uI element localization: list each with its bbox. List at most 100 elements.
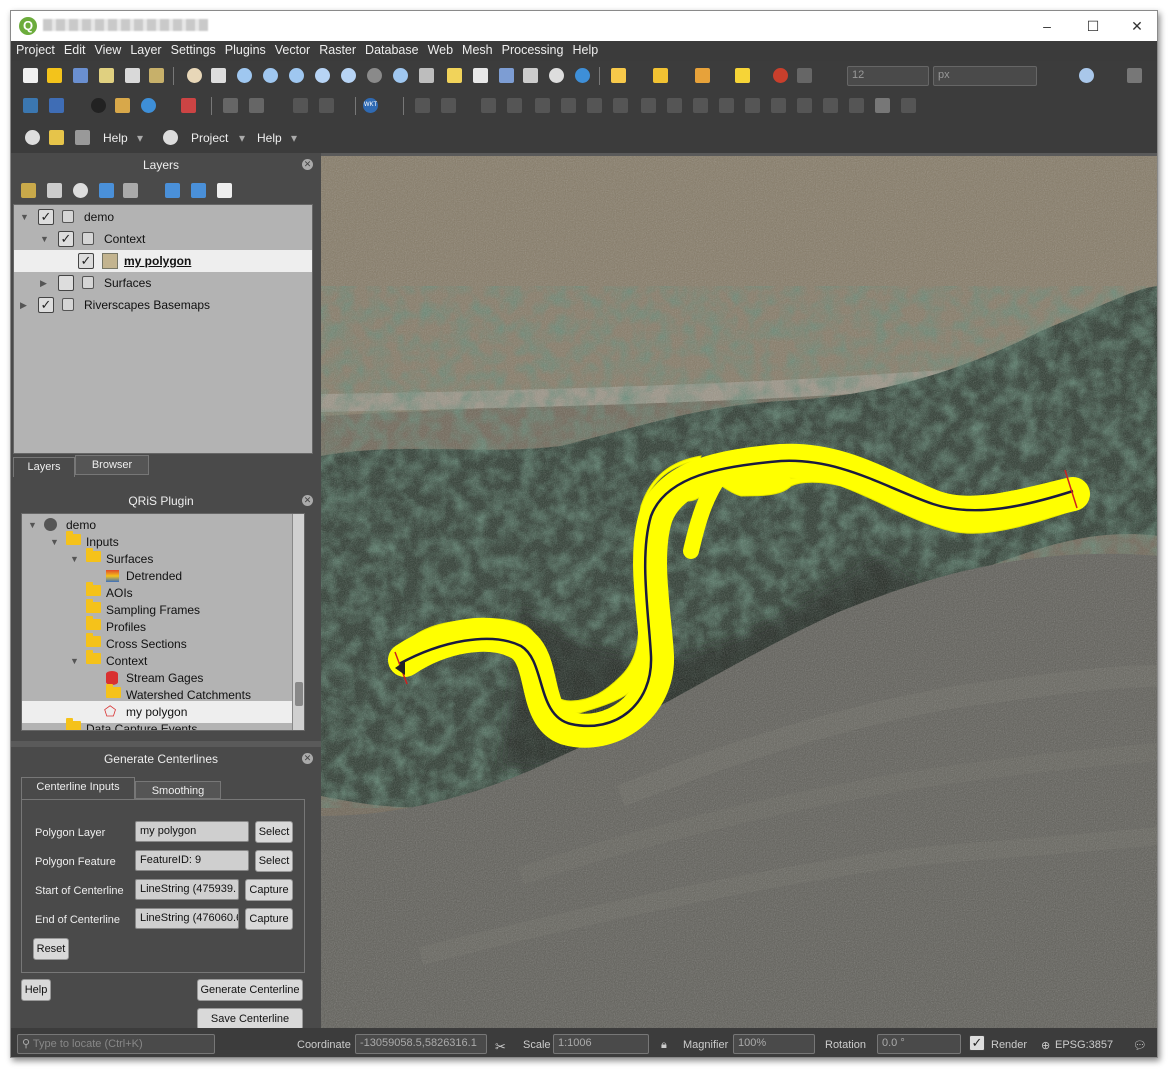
zoom-native-icon[interactable]	[367, 68, 382, 83]
end-centerline-field[interactable]: LineString (476060.6	[135, 908, 239, 929]
save-centerline-button[interactable]: Save Centerline	[197, 1008, 303, 1030]
capture-end-button[interactable]: Capture	[245, 908, 293, 930]
rotation-spinbox[interactable]: 0.0 °	[877, 1034, 961, 1054]
reset-button[interactable]: Reset	[33, 938, 69, 960]
help-dropdown-arrow[interactable]: ▾	[137, 131, 143, 145]
zoom-layer-icon[interactable]	[341, 68, 356, 83]
vertex-tool-icon[interactable]	[319, 98, 334, 113]
plugin-manager-icon[interactable]	[49, 98, 64, 113]
identify-icon[interactable]	[611, 68, 626, 83]
layer-node-my-polygon[interactable]: ✓ my polygon	[14, 250, 312, 272]
help2-menu-button[interactable]: Help	[257, 131, 282, 145]
help-button[interactable]: Help	[21, 979, 51, 1001]
save-project-icon[interactable]	[73, 68, 88, 83]
advanced-digitize-icon[interactable]	[441, 98, 456, 113]
menu-database[interactable]: Database	[360, 41, 423, 57]
refresh-icon[interactable]	[575, 68, 590, 83]
qris-icon[interactable]	[163, 130, 178, 145]
split-features-icon[interactable]	[745, 98, 760, 113]
toggle-extents-icon[interactable]: ✂	[495, 1039, 506, 1055]
qris-node-data-capture-events[interactable]: Data Capture Events	[22, 718, 304, 730]
tab-centerline-inputs[interactable]: Centerline Inputs	[21, 777, 135, 799]
close-qris-panel-icon[interactable]: ✕	[302, 495, 313, 506]
pan-to-selection-icon[interactable]	[211, 68, 226, 83]
deselect-icon[interactable]	[735, 68, 750, 83]
offset-symbols-icon[interactable]	[901, 98, 916, 113]
select-features-icon[interactable]	[653, 68, 668, 83]
collapse-all-icon[interactable]	[191, 183, 206, 198]
collapse-icon[interactable]	[75, 130, 90, 145]
settings-icon[interactable]	[1127, 68, 1142, 83]
close-layers-panel-icon[interactable]: ✕	[302, 159, 313, 170]
add-group-icon[interactable]	[47, 183, 62, 198]
menu-layer[interactable]: Layer	[125, 41, 165, 57]
split-parts-icon[interactable]	[771, 98, 786, 113]
wkt-icon[interactable]: WKT	[363, 98, 378, 113]
capture-start-button[interactable]: Capture	[245, 879, 293, 901]
measure-icon[interactable]	[773, 68, 788, 83]
start-centerline-field[interactable]: LineString (475939.	[135, 879, 239, 900]
project-menu-button[interactable]: Project	[191, 131, 228, 145]
coordinate-field[interactable]: -13059058.5,5826316.1	[355, 1034, 487, 1054]
render-checkbox[interactable]: ✓	[969, 1035, 985, 1051]
print-layout-icon[interactable]	[125, 68, 140, 83]
layer-node-demo[interactable]: ▼ ✓ demo	[14, 206, 312, 228]
menu-settings[interactable]: Settings	[166, 41, 220, 57]
move-feature-icon[interactable]	[481, 98, 496, 113]
menu-web[interactable]: Web	[423, 41, 457, 57]
open-layer-styling-icon[interactable]	[21, 183, 36, 198]
menu-plugins[interactable]: Plugins	[220, 41, 270, 57]
offset-curve-icon[interactable]	[719, 98, 734, 113]
merge-features-icon[interactable]	[797, 98, 812, 113]
remove-layer-icon[interactable]	[217, 183, 232, 198]
delete-part-icon[interactable]	[667, 98, 682, 113]
crs-label[interactable]: EPSG:3857	[1055, 1039, 1113, 1051]
python-console-icon[interactable]	[23, 98, 38, 113]
layer-node-context[interactable]: ▼ ✓ Context	[14, 228, 312, 250]
add-ring-icon[interactable]	[561, 98, 576, 113]
edit-icon[interactable]	[249, 98, 264, 113]
grid-icon[interactable]	[875, 98, 890, 113]
riverscapes-icon[interactable]	[25, 130, 40, 145]
layer-node-basemaps[interactable]: ▶ ✓ Riverscapes Basemaps	[14, 294, 312, 316]
menu-view[interactable]: View	[89, 41, 125, 57]
menu-processing[interactable]: Processing	[497, 41, 568, 57]
simplify-icon[interactable]	[535, 98, 550, 113]
reshape-icon[interactable]	[693, 98, 708, 113]
save-as-icon[interactable]	[99, 68, 114, 83]
add-project-icon[interactable]	[49, 130, 64, 145]
new-map-view-icon[interactable]	[447, 68, 462, 83]
map-canvas[interactable]	[321, 156, 1157, 1028]
filter-expression-icon[interactable]	[123, 183, 138, 198]
zoom-in-icon[interactable]	[237, 68, 252, 83]
help2-dropdown-arrow[interactable]: ▾	[291, 131, 297, 145]
magnifier-spinbox[interactable]: 100%	[733, 1034, 815, 1054]
menu-help[interactable]: Help	[567, 41, 602, 57]
rotate-feature-icon[interactable]	[507, 98, 522, 113]
crs-globe-icon[interactable]: ⊕	[1041, 1039, 1050, 1052]
select-value-icon[interactable]	[695, 68, 710, 83]
tab-browser[interactable]: Browser	[75, 455, 149, 475]
zoom-full-icon[interactable]	[289, 68, 304, 83]
rotate-symbols-icon[interactable]	[849, 98, 864, 113]
temporal-controller-icon[interactable]	[549, 68, 564, 83]
polygon-layer-field[interactable]: my polygon	[135, 821, 249, 842]
layout-manager-icon[interactable]	[149, 68, 164, 83]
menu-project[interactable]: Project	[11, 41, 59, 57]
merge-attributes-icon[interactable]	[823, 98, 838, 113]
messages-icon[interactable]: 💬︎	[1133, 1039, 1147, 1052]
project-dropdown-arrow[interactable]: ▾	[239, 131, 245, 145]
scale-select[interactable]: 1:1006	[553, 1034, 649, 1054]
reload-plugin-icon[interactable]	[141, 98, 156, 113]
generate-centerline-button[interactable]: Generate Centerline	[197, 979, 303, 1001]
polygon-feature-field[interactable]: FeatureID: 9	[135, 850, 249, 871]
close-centerline-panel-icon[interactable]: ✕	[302, 753, 313, 764]
new-3d-view-icon[interactable]	[473, 68, 488, 83]
expand-all-icon[interactable]	[165, 183, 180, 198]
search-icon[interactable]	[1079, 68, 1094, 83]
select-polygon-layer-button[interactable]: Select	[255, 821, 293, 843]
show-bookmarks-icon[interactable]	[523, 68, 538, 83]
debug-bug-icon[interactable]	[91, 98, 106, 113]
filter-legend-icon[interactable]	[99, 183, 114, 198]
pan-icon[interactable]	[187, 68, 202, 83]
